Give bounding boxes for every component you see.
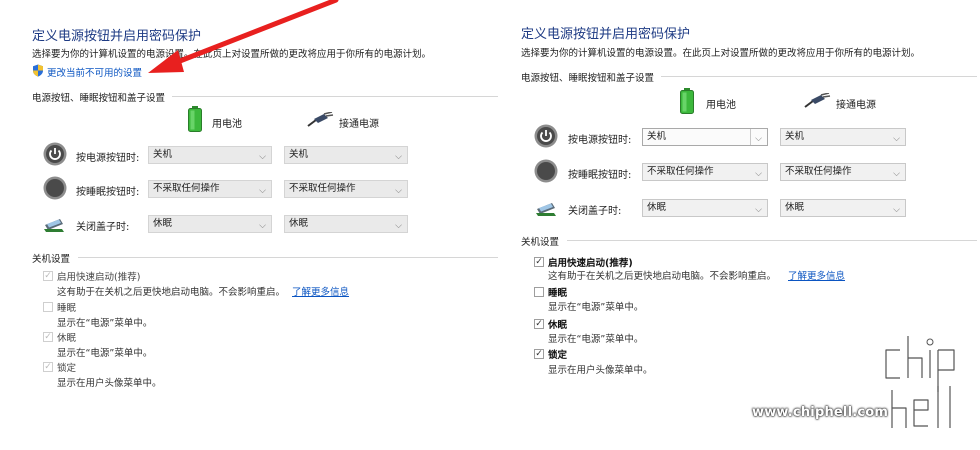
plugged-column-heading: 接通电源 bbox=[836, 100, 876, 111]
plugged-column-heading: 接通电源 bbox=[339, 119, 379, 130]
sleep-label: 睡眠 bbox=[548, 288, 568, 299]
chevron-down-icon: ⌵ bbox=[395, 186, 402, 196]
fast-startup-description: 这有助于在关机之后更快地启动电脑。不会影响重启。 bbox=[57, 287, 286, 298]
lid-close-plugged-select[interactable]: 休眠 ⌵ bbox=[284, 215, 408, 233]
fast-startup-checkbox[interactable]: ✓ bbox=[534, 257, 544, 267]
chevron-down-icon: ⌵ bbox=[893, 169, 900, 179]
buttons-section-heading: 电源按钮、睡眠按钮和盖子设置 bbox=[32, 93, 166, 104]
battery-icon bbox=[680, 88, 694, 114]
battery-column-heading: 用电池 bbox=[212, 119, 242, 130]
chevron-down-icon: ⌵ bbox=[395, 221, 402, 231]
power-button-plugged-select[interactable]: 关机 ⌵ bbox=[780, 128, 906, 146]
chevron-down-icon: ⌵ bbox=[259, 152, 266, 162]
watermark-url: www.chiphell.com bbox=[752, 405, 889, 420]
power-button-icon bbox=[534, 124, 558, 148]
power-button-label: 按电源按钮时: bbox=[568, 135, 632, 146]
sleep-button-label: 按睡眠按钮时: bbox=[76, 187, 140, 198]
sleep-button-plugged-select[interactable]: 不采取任何操作 ⌵ bbox=[284, 180, 408, 198]
sleep-button-battery-select[interactable]: 不采取任何操作 ⌵ bbox=[148, 180, 272, 198]
fast-startup-label: 启用快速启动(推荐) bbox=[57, 272, 141, 283]
chevron-down-icon: ⌵ bbox=[893, 134, 900, 144]
hibernate-label: 休眠 bbox=[57, 333, 77, 344]
lid-close-label: 关闭盖子时: bbox=[76, 222, 130, 233]
lock-description: 显示在用户头像菜单中。 bbox=[57, 378, 162, 389]
section-divider bbox=[78, 257, 498, 258]
lock-label: 锁定 bbox=[548, 350, 568, 361]
hibernate-label: 休眠 bbox=[548, 320, 568, 331]
laptop-lid-icon bbox=[536, 203, 556, 216]
hibernate-description: 显示在“电源”菜单中。 bbox=[57, 348, 153, 359]
chevron-down-icon: ⌵ bbox=[395, 152, 402, 162]
power-button-battery-select[interactable]: 关机 ⌵ bbox=[148, 146, 272, 164]
sleep-label: 睡眠 bbox=[57, 303, 77, 314]
select-value: 不采取任何操作 bbox=[153, 183, 220, 194]
power-button-plugged-select[interactable]: 关机 ⌵ bbox=[284, 146, 408, 164]
fast-startup-label: 启用快速启动(推荐) bbox=[548, 258, 633, 269]
laptop-lid-icon bbox=[44, 219, 64, 232]
sleep-checkbox[interactable] bbox=[43, 302, 53, 312]
section-divider bbox=[661, 76, 977, 77]
chevron-down-icon: ⌵ bbox=[259, 186, 266, 196]
chevron-down-icon: ⌵ bbox=[755, 169, 762, 179]
lid-close-plugged-select[interactable]: 休眠 ⌵ bbox=[780, 199, 906, 217]
page-description: 选择要为你的计算机设置的电源设置。在此页上对设置所做的更改将应用于你所有的电源计… bbox=[521, 48, 921, 59]
select-divider bbox=[750, 129, 751, 145]
sleep-button-icon bbox=[43, 176, 67, 200]
lid-close-battery-select[interactable]: 休眠 ⌵ bbox=[148, 215, 272, 233]
sleep-button-battery-select[interactable]: 不采取任何操作 ⌵ bbox=[642, 163, 768, 181]
chevron-down-icon: ⌵ bbox=[893, 205, 900, 215]
select-value: 关机 bbox=[647, 131, 667, 142]
select-value: 关机 bbox=[289, 149, 309, 160]
shutdown-section-heading: 关机设置 bbox=[521, 237, 560, 248]
plug-icon bbox=[804, 93, 831, 108]
learn-more-link[interactable]: 了解更多信息 bbox=[292, 284, 349, 298]
power-button-label: 按电源按钮时: bbox=[76, 153, 140, 164]
select-value: 不采取任何操作 bbox=[647, 166, 714, 177]
hibernate-description: 显示在“电源”菜单中。 bbox=[548, 334, 644, 345]
battery-icon bbox=[188, 106, 202, 132]
lid-close-battery-select[interactable]: 休眠 ⌵ bbox=[642, 199, 768, 217]
select-value: 不采取任何操作 bbox=[785, 166, 852, 177]
shutdown-section-heading: 关机设置 bbox=[32, 254, 71, 265]
select-value: 关机 bbox=[785, 131, 805, 142]
select-value: 休眠 bbox=[289, 218, 309, 229]
chevron-down-icon: ⌵ bbox=[259, 221, 266, 231]
annotation-arrow-icon bbox=[148, 0, 339, 73]
section-divider bbox=[172, 96, 498, 97]
select-value: 休眠 bbox=[647, 202, 667, 213]
fast-startup-checkbox[interactable]: ✓ bbox=[43, 271, 53, 281]
sleep-description: 显示在“电源”菜单中。 bbox=[548, 302, 644, 313]
sleep-button-icon bbox=[534, 159, 558, 183]
sleep-description: 显示在“电源”菜单中。 bbox=[57, 318, 153, 329]
select-value: 休眠 bbox=[785, 202, 805, 213]
lock-checkbox[interactable]: ✓ bbox=[534, 349, 544, 359]
battery-column-heading: 用电池 bbox=[706, 100, 736, 111]
chevron-down-icon: ⌵ bbox=[755, 205, 762, 215]
plug-icon bbox=[307, 112, 334, 127]
buttons-section-heading: 电源按钮、睡眠按钮和盖子设置 bbox=[521, 73, 655, 84]
section-divider bbox=[567, 240, 977, 241]
hibernate-checkbox[interactable]: ✓ bbox=[43, 332, 53, 342]
lock-description: 显示在用户头像菜单中。 bbox=[548, 365, 653, 376]
power-button-battery-select[interactable]: 关机 ⌵ bbox=[642, 128, 768, 146]
uac-shield-icon bbox=[33, 64, 43, 77]
learn-more-link[interactable]: 了解更多信息 bbox=[788, 268, 845, 282]
change-unavailable-settings-link[interactable]: 更改当前不可用的设置 bbox=[47, 65, 142, 79]
power-button-icon bbox=[43, 142, 67, 166]
chiphell-logo-icon bbox=[883, 336, 957, 429]
lock-checkbox[interactable]: ✓ bbox=[43, 362, 53, 372]
sleep-button-plugged-select[interactable]: 不采取任何操作 ⌵ bbox=[780, 163, 906, 181]
fast-startup-description: 这有助于在关机之后更快地启动电脑。不会影响重启。 bbox=[548, 271, 777, 282]
sleep-checkbox[interactable] bbox=[534, 287, 544, 297]
select-value: 不采取任何操作 bbox=[289, 183, 356, 194]
lock-label: 锁定 bbox=[57, 363, 77, 374]
page-title: 定义电源按钮并启用密码保护 bbox=[521, 27, 691, 42]
lid-close-label: 关闭盖子时: bbox=[568, 206, 622, 217]
chevron-down-icon: ⌵ bbox=[755, 134, 762, 144]
select-value: 关机 bbox=[153, 149, 173, 160]
select-value: 休眠 bbox=[153, 218, 173, 229]
hibernate-checkbox[interactable]: ✓ bbox=[534, 319, 544, 329]
sleep-button-label: 按睡眠按钮时: bbox=[568, 170, 632, 181]
